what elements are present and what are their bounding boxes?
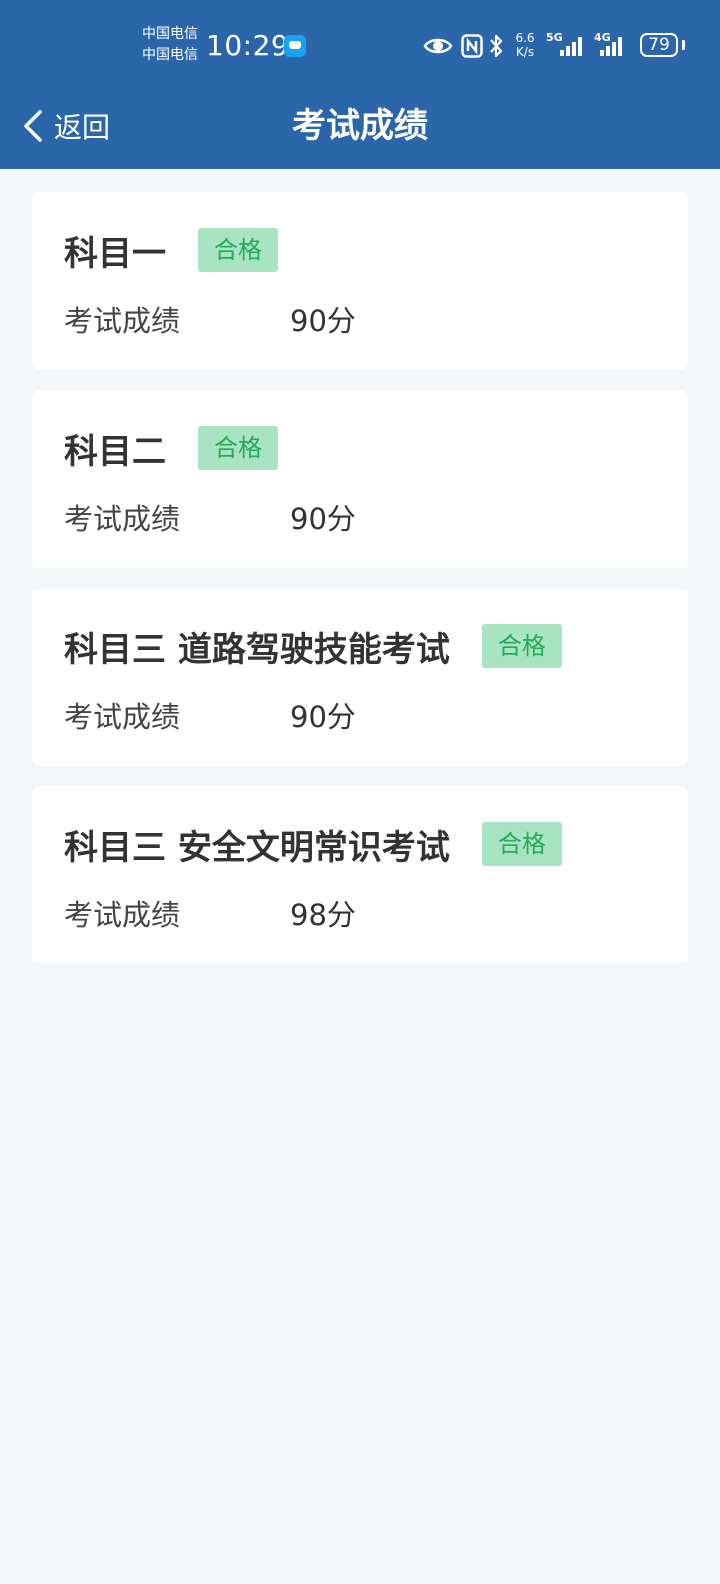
subject-title: 科目一 <box>64 233 166 274</box>
subject-title: 科目三 道路驾驶技能考试 <box>64 629 450 670</box>
app-header: 中国电信 中国电信 10:29 6.6 K/s 5G 4G 79 返回 考试成绩 <box>0 0 720 169</box>
status-time: 10:29 <box>206 29 290 62</box>
carrier-info: 中国电信 中国电信 <box>142 24 198 66</box>
network-speed: 6.6 K/s <box>513 31 537 59</box>
result-card: 科目一 合格 考试成绩 90分 <box>32 192 688 370</box>
score-row: 考试成绩 90分 <box>64 298 356 340</box>
eye-icon <box>423 38 453 54</box>
speed-value: 6.6 <box>515 31 535 45</box>
battery-icon: 79 <box>640 33 678 57</box>
battery-level: 79 <box>648 35 670 55</box>
signal-5g-icon: 5G <box>546 32 588 60</box>
score-label: 考试成绩 <box>64 898 181 932</box>
carrier-1: 中国电信 <box>142 26 198 42</box>
message-icon <box>284 35 306 57</box>
carrier-2: 中国电信 <box>142 47 198 63</box>
subject-title: 科目三 安全文明常识考试 <box>64 827 450 868</box>
card-header: 科目二 合格 <box>64 420 278 476</box>
signal-4g-icon: 4G <box>594 32 634 60</box>
score-row: 考试成绩 90分 <box>64 496 356 538</box>
battery-cap <box>682 40 685 50</box>
card-header: 科目三 道路驾驶技能考试 合格 <box>64 618 562 674</box>
result-card: 科目三 道路驾驶技能考试 合格 考试成绩 90分 <box>32 588 688 766</box>
result-card: 科目二 合格 考试成绩 90分 <box>32 390 688 568</box>
status-badge: 合格 <box>198 228 278 272</box>
subject-title: 科目二 <box>64 431 166 472</box>
score-label: 考试成绩 <box>64 304 181 338</box>
score-value: 98分 <box>290 898 356 932</box>
nfc-icon <box>461 34 483 58</box>
score-value: 90分 <box>290 304 356 338</box>
score-value: 90分 <box>290 700 356 734</box>
score-row: 考试成绩 98分 <box>64 892 356 934</box>
score-row: 考试成绩 90分 <box>64 694 356 736</box>
result-card: 科目三 安全文明常识考试 合格 考试成绩 98分 <box>32 786 688 964</box>
score-label: 考试成绩 <box>64 700 181 734</box>
bluetooth-icon <box>490 34 503 58</box>
status-badge: 合格 <box>481 624 562 668</box>
status-bar: 中国电信 中国电信 10:29 6.6 K/s 5G 4G 79 <box>0 0 720 92</box>
status-badge: 合格 <box>481 822 562 866</box>
speed-unit: K/s <box>515 45 535 59</box>
page-title: 考试成绩 <box>292 106 428 146</box>
card-header: 科目三 安全文明常识考试 合格 <box>64 816 562 872</box>
score-value: 90分 <box>290 502 356 536</box>
status-badge: 合格 <box>198 426 278 470</box>
score-label: 考试成绩 <box>64 502 181 536</box>
card-header: 科目一 合格 <box>64 222 278 278</box>
